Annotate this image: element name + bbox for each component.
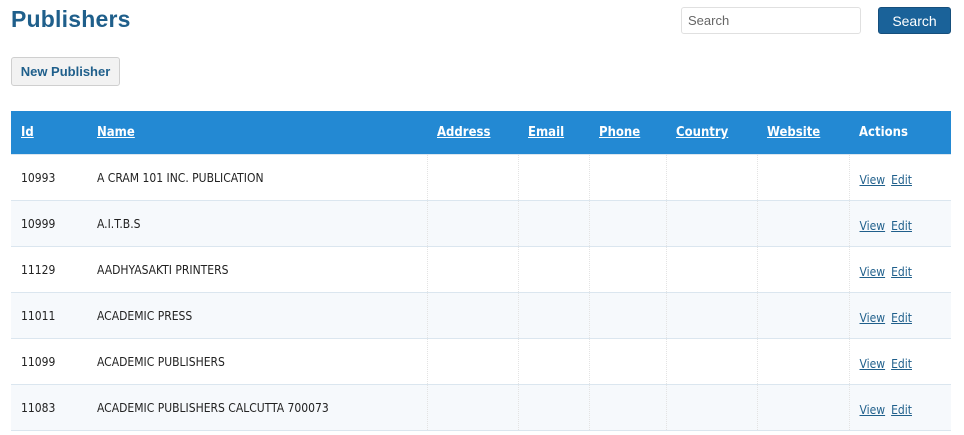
cell-actions: View Edit <box>848 338 951 385</box>
cell-id: 11099 <box>11 338 87 385</box>
column-header-email[interactable]: Email <box>518 111 589 155</box>
cell-actions: View Edit <box>848 200 951 247</box>
cell-phone <box>588 154 666 201</box>
cell-phone <box>588 384 666 431</box>
cell-id: 11129 <box>11 246 87 293</box>
cell-email <box>517 338 589 385</box>
column-header-website[interactable]: Website <box>757 111 849 155</box>
cell-phone <box>588 246 666 293</box>
cell-actions: View Edit <box>848 154 951 201</box>
publishers-page: Publishers Search New Publisher Id Name … <box>0 0 964 435</box>
view-link[interactable]: View <box>860 173 886 187</box>
column-header-name[interactable]: Name <box>87 111 427 155</box>
cell-address <box>426 292 518 339</box>
view-link[interactable]: View <box>860 265 886 279</box>
cell-address <box>426 246 518 293</box>
cell-id: 10993 <box>11 154 87 201</box>
table-row: 11099 ACADEMIC PUBLISHERS View Edit <box>11 338 951 385</box>
cell-name: A.I.T.B.S <box>87 200 427 247</box>
cell-actions: View Edit <box>848 246 951 293</box>
cell-website <box>756 338 849 385</box>
cell-phone <box>588 200 666 247</box>
sort-link-website[interactable]: Website <box>767 125 820 140</box>
sort-link-phone[interactable]: Phone <box>599 125 640 140</box>
table-row: 10999 A.I.T.B.S View Edit <box>11 200 951 247</box>
cell-email <box>517 154 589 201</box>
new-publisher-button[interactable]: New Publisher <box>11 57 120 86</box>
cell-address <box>426 384 518 431</box>
sort-link-id[interactable]: Id <box>21 125 34 140</box>
table-row: 10993 A CRAM 101 INC. PUBLICATION View Edit <box>11 154 951 201</box>
cell-website <box>756 154 849 201</box>
view-link[interactable]: View <box>860 357 886 371</box>
search-input[interactable] <box>681 7 861 34</box>
cell-phone <box>588 292 666 339</box>
cell-id: 10999 <box>11 200 87 247</box>
cell-country <box>665 154 757 201</box>
cell-name: AADHYASAKTI PRINTERS <box>87 246 427 293</box>
cell-country <box>665 200 757 247</box>
sort-link-name[interactable]: Name <box>97 125 135 140</box>
edit-link[interactable]: Edit <box>891 173 912 187</box>
sort-link-country[interactable]: Country <box>676 125 728 140</box>
column-header-country[interactable]: Country <box>666 111 757 155</box>
view-link[interactable]: View <box>860 219 886 233</box>
cell-address <box>426 200 518 247</box>
view-link[interactable]: View <box>860 311 886 325</box>
table-row: 11083 ACADEMIC PUBLISHERS CALCUTTA 700073… <box>11 384 951 431</box>
cell-phone <box>588 338 666 385</box>
cell-email <box>517 246 589 293</box>
cell-id: 11011 <box>11 292 87 339</box>
cell-country <box>665 246 757 293</box>
edit-link[interactable]: Edit <box>891 265 912 279</box>
cell-address <box>426 338 518 385</box>
cell-country <box>665 338 757 385</box>
edit-link[interactable]: Edit <box>891 403 912 417</box>
cell-email <box>517 200 589 247</box>
sort-link-email[interactable]: Email <box>528 125 564 140</box>
cell-name: ACADEMIC PRESS <box>87 292 427 339</box>
column-header-id[interactable]: Id <box>11 111 87 155</box>
edit-link[interactable]: Edit <box>891 219 912 233</box>
cell-actions: View Edit <box>848 292 951 339</box>
cell-website <box>756 384 849 431</box>
cell-email <box>517 292 589 339</box>
edit-link[interactable]: Edit <box>891 357 912 371</box>
table-header-row: Id Name Address Email Phone Country Webs… <box>11 111 951 155</box>
column-header-address[interactable]: Address <box>427 111 518 155</box>
sort-link-address[interactable]: Address <box>437 125 490 140</box>
view-link[interactable]: View <box>860 403 886 417</box>
column-header-phone[interactable]: Phone <box>589 111 666 155</box>
publishers-table: Id Name Address Email Phone Country Webs… <box>11 111 951 431</box>
table-row: 11011 ACADEMIC PRESS View Edit <box>11 292 951 339</box>
cell-website <box>756 246 849 293</box>
page-title: Publishers <box>11 6 131 32</box>
cell-email <box>517 384 589 431</box>
cell-country <box>665 292 757 339</box>
cell-name: ACADEMIC PUBLISHERS CALCUTTA 700073 <box>87 384 427 431</box>
cell-name: ACADEMIC PUBLISHERS <box>87 338 427 385</box>
column-header-actions: Actions <box>849 111 951 155</box>
table-row: 11129 AADHYASAKTI PRINTERS View Edit <box>11 246 951 293</box>
edit-link[interactable]: Edit <box>891 311 912 325</box>
search-button[interactable]: Search <box>878 7 951 34</box>
cell-address <box>426 154 518 201</box>
cell-country <box>665 384 757 431</box>
cell-website <box>756 200 849 247</box>
cell-website <box>756 292 849 339</box>
cell-id: 11083 <box>11 384 87 431</box>
cell-actions: View Edit <box>848 384 951 431</box>
cell-name: A CRAM 101 INC. PUBLICATION <box>87 154 427 201</box>
